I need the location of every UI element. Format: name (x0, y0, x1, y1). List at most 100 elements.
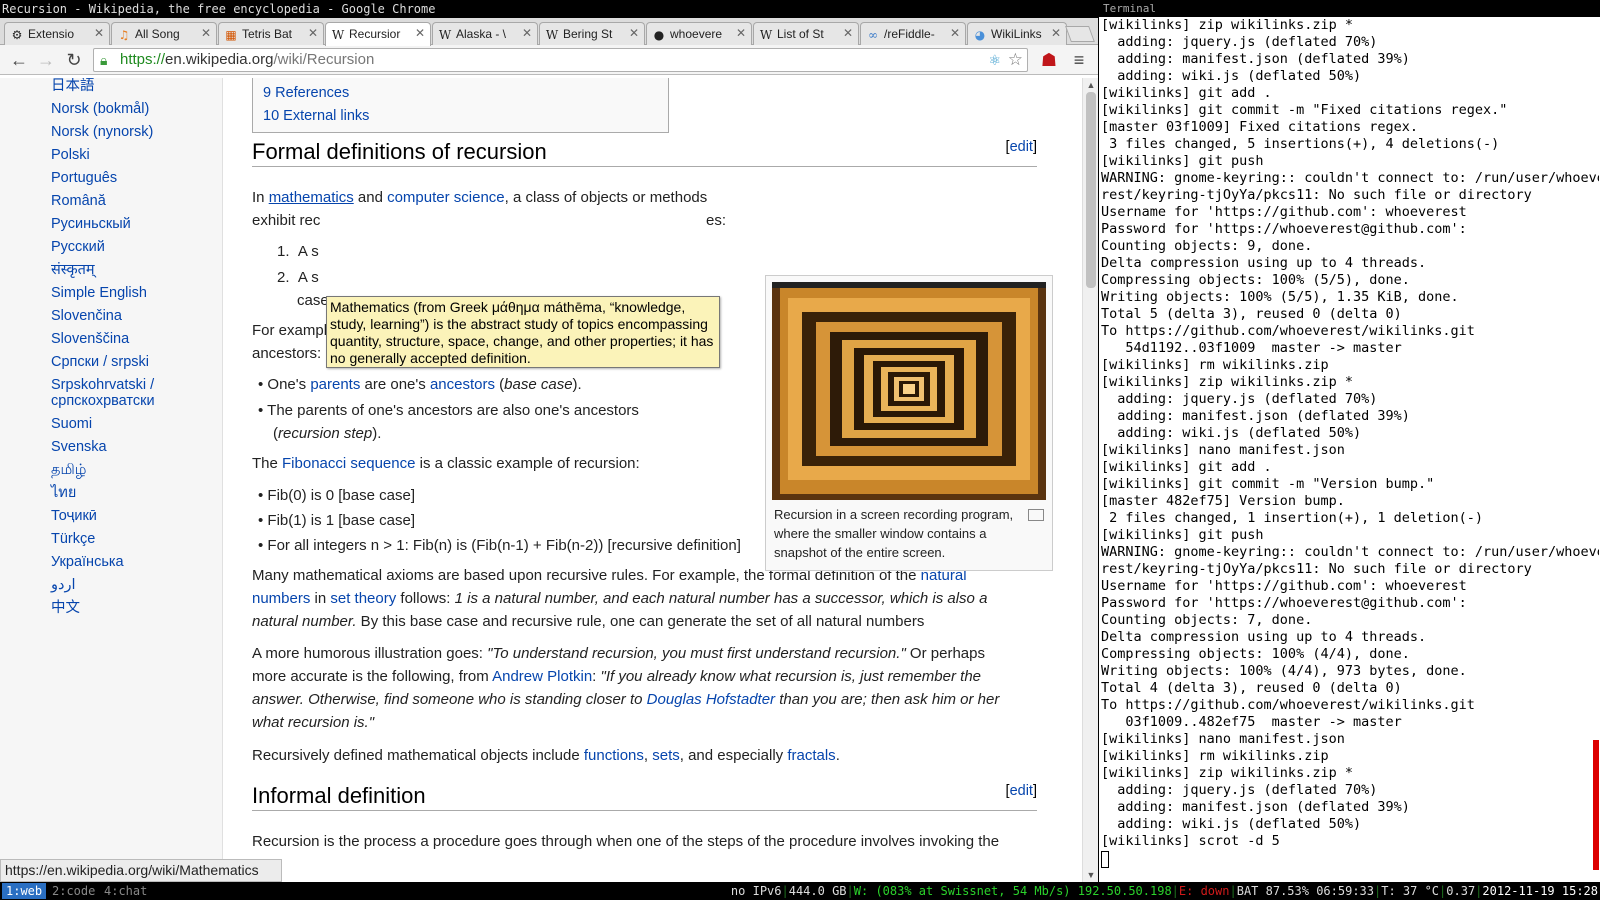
page-scrollbar[interactable]: ▲ ▼ (1082, 78, 1098, 882)
toc-item-references[interactable]: 9 References (263, 82, 668, 105)
tab-tetris[interactable]: ▦ Tetris Bat ✕ (218, 22, 324, 45)
tab-strip: ⚙ Extensio ✕ ♫ All Song ✕ ▦ Tetris Bat ✕ W Recu… (0, 18, 1098, 46)
lang-link[interactable]: Polski (51, 147, 90, 164)
workspace-code[interactable]: 2:code (48, 883, 99, 899)
close-icon[interactable]: ✕ (308, 26, 318, 40)
lang-link[interactable]: Türkçe (51, 531, 95, 548)
status-info: no IPv6|444.0 GB|W: (083% at Swissnet, 5… (730, 884, 1598, 898)
link-computer-science[interactable]: computer science (387, 189, 505, 206)
tab-all-songs[interactable]: ♫ All Song ✕ (111, 22, 217, 45)
lang-link[interactable]: Русский (51, 239, 105, 256)
workspace-chat[interactable]: 4:chat (100, 883, 151, 899)
link-parents[interactable]: parents (310, 376, 360, 393)
link-ancestors[interactable]: ancestors (430, 376, 495, 393)
paragraph: numbers in set theory follows: 1 is a na… (252, 590, 988, 607)
wifi-status: (083% at Swissnet, 54 Mb/s) 192.50.50.19… (875, 884, 1172, 898)
forward-icon[interactable]: → (35, 49, 57, 71)
lang-link[interactable]: संस्कृतम् (51, 262, 95, 279)
link-andrew-plotkin[interactable]: Andrew Plotkin (492, 668, 592, 685)
back-icon[interactable]: ← (8, 49, 30, 71)
tab-recursion[interactable]: W Recursior ✕ (325, 22, 431, 46)
bookmark-star-icon[interactable]: ☆ (1008, 49, 1023, 71)
address-bar[interactable]: 🔒︎ https://en.wikipedia.org/wiki/Recursio… (93, 48, 1028, 72)
lang-link[interactable]: اردو (51, 577, 76, 594)
system-status-bar: 1:web 2:code 4:chat no IPv6|444.0 GB|W: … (0, 882, 1600, 900)
link-douglas-hofstadter[interactable]: Douglas Hofstadter (647, 691, 775, 708)
terminal-line: Compressing objects: 100% (4/4), done. (1101, 646, 1410, 662)
link-natural-numbers[interactable]: numbers (252, 590, 310, 607)
lang-link[interactable]: Suomi (51, 416, 92, 433)
lang-link[interactable]: Русиньскый (51, 216, 131, 233)
lang-link[interactable]: Norsk (bokmål) (51, 101, 149, 118)
reload-icon[interactable]: ↻ (63, 49, 85, 71)
lang-link[interactable]: Тоҷикӣ (51, 508, 97, 525)
terminal-line: WARNING: gnome-keyring:: couldn't connec… (1101, 544, 1599, 560)
edit-link[interactable]: [edit] (1006, 780, 1037, 803)
page-viewport: 日本語 Norsk (bokmål) Norsk (nynorsk) Polsk… (0, 78, 1082, 882)
list-item: • Fib(1) is 1 [base case] (258, 512, 415, 529)
lang-link[interactable]: 日本語 (51, 78, 95, 95)
terminal-line: [wikilinks] nano manifest.json (1101, 731, 1345, 747)
link-functions[interactable]: functions (584, 747, 644, 764)
tab-alaska[interactable]: W Alaska - \ ✕ (432, 22, 538, 45)
lang-link[interactable]: Română (51, 193, 106, 210)
terminal-line: Username for 'https://github.com': whoev… (1101, 204, 1467, 220)
close-icon[interactable]: ✕ (736, 26, 746, 40)
toc-item-external-links[interactable]: 10 External links (263, 105, 668, 128)
lang-link[interactable]: Norsk (nynorsk) (51, 124, 153, 141)
lang-link[interactable]: српскохрватски (51, 393, 155, 410)
scroll-down-icon[interactable]: ▼ (1083, 868, 1099, 882)
close-icon[interactable]: ✕ (522, 26, 532, 40)
new-tab-button[interactable] (1065, 26, 1095, 42)
recursion-screenshot-image[interactable] (772, 282, 1046, 500)
tab-bering[interactable]: W Bering St ✕ (539, 22, 645, 45)
terminal-output[interactable]: [wikilinks] zip wikilinks.zip * adding: … (1101, 17, 1599, 865)
list-item: 2. A s (277, 269, 319, 286)
scroll-up-icon[interactable]: ▲ (1083, 78, 1099, 92)
lang-link[interactable]: Slovenščina (51, 331, 129, 348)
link-sets[interactable]: sets (652, 747, 680, 764)
link-fibonacci[interactable]: Fibonacci sequence (282, 455, 415, 472)
lang-link[interactable]: Svenska (51, 439, 107, 456)
close-icon[interactable]: ✕ (950, 26, 960, 40)
image-caption: Recursion in a screen recording program,… (774, 507, 1014, 560)
tab-refiddle[interactable]: ∞/reFiddle- ✕ (860, 22, 966, 45)
link-set-theory[interactable]: set theory (330, 590, 396, 607)
lang-link[interactable]: ไทย (51, 485, 76, 502)
lang-link[interactable]: Slovenčina (51, 308, 122, 325)
close-icon[interactable]: ✕ (629, 26, 639, 40)
paragraph: exhibit rec es: (252, 212, 727, 229)
close-icon[interactable]: ✕ (843, 26, 853, 40)
workspace-web[interactable]: 1:web (2, 883, 47, 899)
terminal-line: adding: manifest.json (deflated 39%) (1101, 408, 1410, 424)
tab-wikilinks[interactable]: ◕ WikiLinks ✕ (967, 22, 1067, 45)
close-icon[interactable]: ✕ (1051, 26, 1061, 40)
close-icon[interactable]: ✕ (201, 26, 211, 40)
extension-hat-icon[interactable]: ☗ (1038, 49, 1060, 71)
terminal-window[interactable]: Terminal [wikilinks] zip wikilinks.zip *… (1098, 0, 1600, 882)
lang-link[interactable]: Português (51, 170, 117, 187)
lang-link[interactable]: Українська (51, 554, 124, 571)
extension-icon[interactable]: ⚛ (988, 49, 1001, 71)
lang-link[interactable]: Srpskohrvatski / (51, 377, 154, 394)
lang-link[interactable]: தமிழ் (51, 462, 86, 479)
paragraph: Recursively defined mathematical objects… (252, 747, 840, 764)
tab-github[interactable]: ● whoevere ✕ (646, 22, 752, 45)
close-icon[interactable]: ✕ (415, 26, 425, 40)
browser-window: Recursion - Wikipedia, the free encyclop… (0, 0, 1098, 882)
terminal-line: Writing objects: 100% (4/4), 973 bytes, … (1101, 663, 1467, 679)
tab-extensions[interactable]: ⚙ Extensio ✕ (4, 22, 110, 45)
menu-icon[interactable]: ≡ (1068, 49, 1090, 71)
link-mathematics[interactable]: mathematics (269, 189, 354, 206)
lang-link[interactable]: Српски / srpski (51, 354, 149, 371)
link-fractals[interactable]: fractals (787, 747, 835, 764)
lang-link[interactable]: 中文 (51, 600, 80, 617)
tab-list-of[interactable]: W List of St ✕ (753, 22, 859, 45)
list-item-continued: (recursion step). (273, 425, 382, 442)
edit-link[interactable]: [edit] (1006, 136, 1037, 159)
close-icon[interactable]: ✕ (94, 26, 104, 40)
scrollbar-thumb[interactable] (1086, 92, 1096, 288)
list-item: • The parents of one's ancestors are als… (258, 402, 639, 419)
lang-link[interactable]: Simple English (51, 285, 147, 302)
image-thumbnail: Recursion in a screen recording program,… (765, 275, 1053, 571)
